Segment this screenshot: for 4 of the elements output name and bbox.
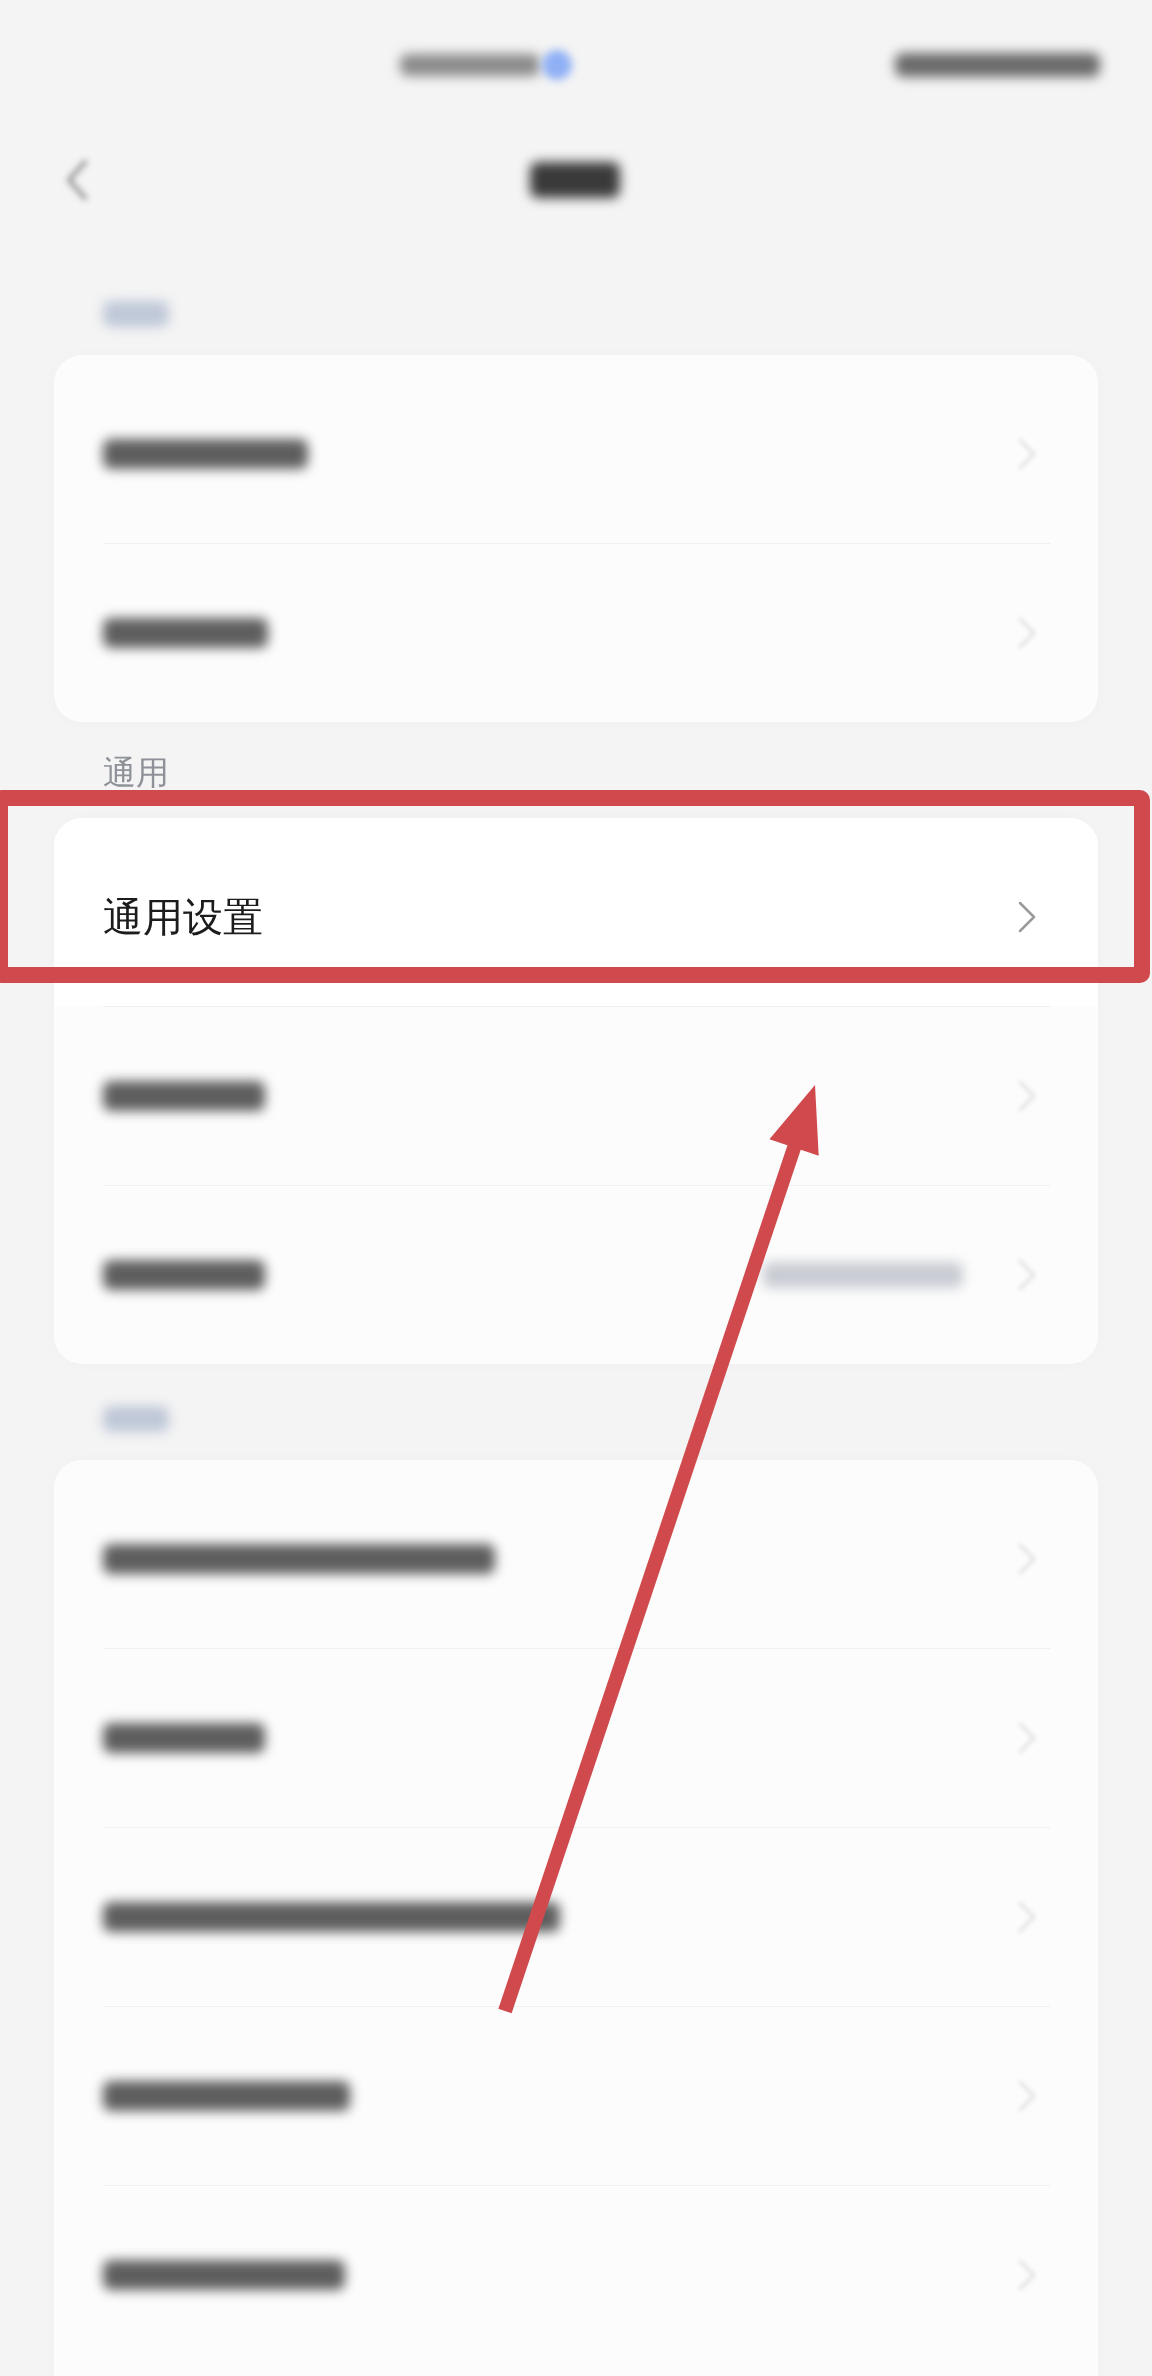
back-icon[interactable]: [66, 160, 88, 200]
chevron-icon: [1018, 901, 1036, 933]
blurred-dot-icon: [542, 50, 572, 80]
section-label: 通用: [103, 754, 169, 792]
